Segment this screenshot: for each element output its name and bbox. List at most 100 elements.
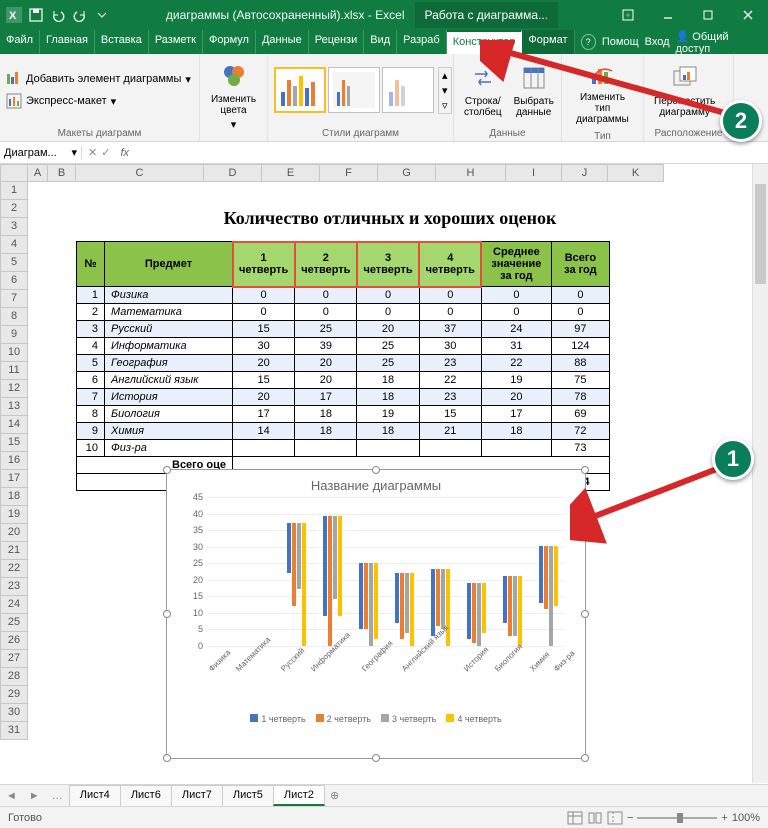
column-header[interactable]: H bbox=[436, 164, 506, 182]
tell-me[interactable]: Помощ bbox=[602, 36, 639, 48]
zoom-level[interactable]: 100% bbox=[732, 812, 760, 824]
chart-style-thumb[interactable] bbox=[274, 67, 326, 113]
vertical-scrollbar[interactable] bbox=[752, 164, 768, 783]
undo-icon[interactable] bbox=[48, 5, 68, 25]
resize-handle[interactable] bbox=[581, 754, 589, 762]
row-header[interactable]: 14 bbox=[0, 416, 28, 434]
row-header[interactable]: 29 bbox=[0, 686, 28, 704]
maximize-icon[interactable] bbox=[688, 0, 728, 30]
row-header[interactable]: 25 bbox=[0, 614, 28, 632]
chart-plot-area[interactable]: 051015202530354045 bbox=[207, 497, 565, 647]
change-colors-button[interactable]: Изменить цвета ▾ bbox=[206, 58, 261, 133]
column-header[interactable]: I bbox=[506, 164, 562, 182]
row-header[interactable]: 20 bbox=[0, 524, 28, 542]
row-header[interactable]: 6 bbox=[0, 272, 28, 290]
chart-styles-gallery[interactable] bbox=[274, 67, 434, 113]
table-row[interactable]: 4Информатика3039253031124 bbox=[77, 338, 610, 355]
tab-file[interactable]: Файл bbox=[0, 30, 40, 54]
tab-review[interactable]: Рецензи bbox=[309, 30, 365, 54]
column-header[interactable]: A bbox=[28, 164, 48, 182]
chart-style-thumb[interactable] bbox=[328, 67, 380, 113]
add-chart-element-button[interactable]: Добавить элемент диаграммы ▾ bbox=[6, 70, 191, 88]
resize-handle[interactable] bbox=[163, 754, 171, 762]
column-header[interactable]: D bbox=[204, 164, 262, 182]
resize-handle[interactable] bbox=[581, 610, 589, 618]
embedded-chart[interactable]: Название диаграммы 051015202530354045 Фи… bbox=[166, 469, 586, 759]
help-icon[interactable]: ? bbox=[581, 34, 596, 50]
resize-handle[interactable] bbox=[372, 466, 380, 474]
enter-formula-icon[interactable]: ✓ bbox=[101, 146, 110, 159]
quick-layout-button[interactable]: Экспресс-макет ▾ bbox=[6, 92, 116, 110]
row-header[interactable]: 8 bbox=[0, 308, 28, 326]
row-header[interactable]: 24 bbox=[0, 596, 28, 614]
zoom-out-icon[interactable]: − bbox=[627, 812, 633, 824]
row-header[interactable]: 17 bbox=[0, 470, 28, 488]
sheet-tab[interactable]: Лист4 bbox=[69, 785, 121, 806]
tab-data[interactable]: Данные bbox=[256, 30, 309, 54]
column-header[interactable]: J bbox=[562, 164, 608, 182]
row-header[interactable]: 1 bbox=[0, 182, 28, 200]
sheet-tab[interactable]: Лист5 bbox=[222, 785, 274, 806]
table-row[interactable]: 8Биология171819151769 bbox=[77, 406, 610, 423]
redo-icon[interactable] bbox=[70, 5, 90, 25]
view-normal-icon[interactable] bbox=[567, 811, 583, 825]
table-row[interactable]: 7История201718232078 bbox=[77, 389, 610, 406]
row-header[interactable]: 10 bbox=[0, 344, 28, 362]
gallery-up-icon[interactable]: ▴ bbox=[439, 68, 451, 83]
row-header[interactable]: 22 bbox=[0, 560, 28, 578]
row-header[interactable]: 3 bbox=[0, 218, 28, 236]
tab-home[interactable]: Главная bbox=[40, 30, 95, 54]
fx-icon[interactable]: fx bbox=[116, 147, 133, 159]
move-chart-button[interactable]: Переместить диаграмму bbox=[650, 60, 719, 120]
row-header[interactable]: 15 bbox=[0, 434, 28, 452]
row-header[interactable]: 11 bbox=[0, 362, 28, 380]
chart-style-thumb[interactable] bbox=[382, 67, 434, 113]
save-icon[interactable] bbox=[26, 5, 46, 25]
sheet-tab[interactable]: Лист7 bbox=[171, 785, 223, 806]
ribbon-options-icon[interactable] bbox=[608, 0, 648, 30]
close-icon[interactable] bbox=[728, 0, 768, 30]
row-header[interactable]: 21 bbox=[0, 542, 28, 560]
signin-link[interactable]: Вход bbox=[645, 36, 670, 48]
change-chart-type-button[interactable]: Изменить тип диаграммы bbox=[568, 56, 637, 127]
row-header[interactable]: 5 bbox=[0, 254, 28, 272]
worksheet-grid[interactable]: ABCDEFGHIJK 1234567891011121314151617181… bbox=[0, 164, 768, 784]
switch-row-column-button[interactable]: Строка/ столбец bbox=[460, 60, 506, 120]
tab-chart-format[interactable]: Формат bbox=[522, 30, 574, 54]
sheet-tab[interactable]: Лист6 bbox=[120, 785, 172, 806]
cancel-formula-icon[interactable]: ✕ bbox=[88, 146, 97, 159]
row-header[interactable]: 18 bbox=[0, 488, 28, 506]
row-header[interactable]: 30 bbox=[0, 704, 28, 722]
row-header[interactable]: 9 bbox=[0, 326, 28, 344]
table-row[interactable]: 5География202025232288 bbox=[77, 355, 610, 372]
gallery-down-icon[interactable]: ▾ bbox=[439, 83, 451, 98]
table-row[interactable]: 1Физика000000 bbox=[77, 287, 610, 304]
sheet-nav-more-icon[interactable]: … bbox=[46, 790, 69, 802]
resize-handle[interactable] bbox=[163, 610, 171, 618]
sheet-tab[interactable]: Лист2 bbox=[273, 785, 325, 806]
name-box[interactable]: Диаграм...▾ bbox=[0, 146, 82, 159]
row-header[interactable]: 31 bbox=[0, 722, 28, 740]
table-row[interactable]: 9Химия141818211872 bbox=[77, 423, 610, 440]
table-row[interactable]: 6Английский язык152018221975 bbox=[77, 372, 610, 389]
tab-developer[interactable]: Разраб bbox=[397, 30, 447, 54]
column-header[interactable]: B bbox=[48, 164, 76, 182]
table-row[interactable]: 2Математика000000 bbox=[77, 304, 610, 321]
row-header[interactable]: 2 bbox=[0, 200, 28, 218]
chart-title[interactable]: Название диаграммы bbox=[167, 470, 585, 497]
row-header[interactable]: 27 bbox=[0, 650, 28, 668]
column-header[interactable]: C bbox=[76, 164, 204, 182]
row-header[interactable]: 12 bbox=[0, 380, 28, 398]
column-header[interactable]: K bbox=[608, 164, 664, 182]
row-header[interactable]: 23 bbox=[0, 578, 28, 596]
column-header[interactable]: F bbox=[320, 164, 378, 182]
view-page-break-icon[interactable] bbox=[607, 811, 623, 825]
row-header[interactable]: 16 bbox=[0, 452, 28, 470]
column-header[interactable]: G bbox=[378, 164, 436, 182]
chart-legend[interactable]: 1 четверть2 четверть3 четверть4 четверть bbox=[167, 714, 585, 724]
chevron-down-icon[interactable]: ▾ bbox=[71, 146, 77, 159]
table-row[interactable]: 3Русский152520372497 bbox=[77, 321, 610, 338]
row-header[interactable]: 7 bbox=[0, 290, 28, 308]
row-header[interactable]: 4 bbox=[0, 236, 28, 254]
zoom-in-icon[interactable]: + bbox=[721, 812, 727, 824]
